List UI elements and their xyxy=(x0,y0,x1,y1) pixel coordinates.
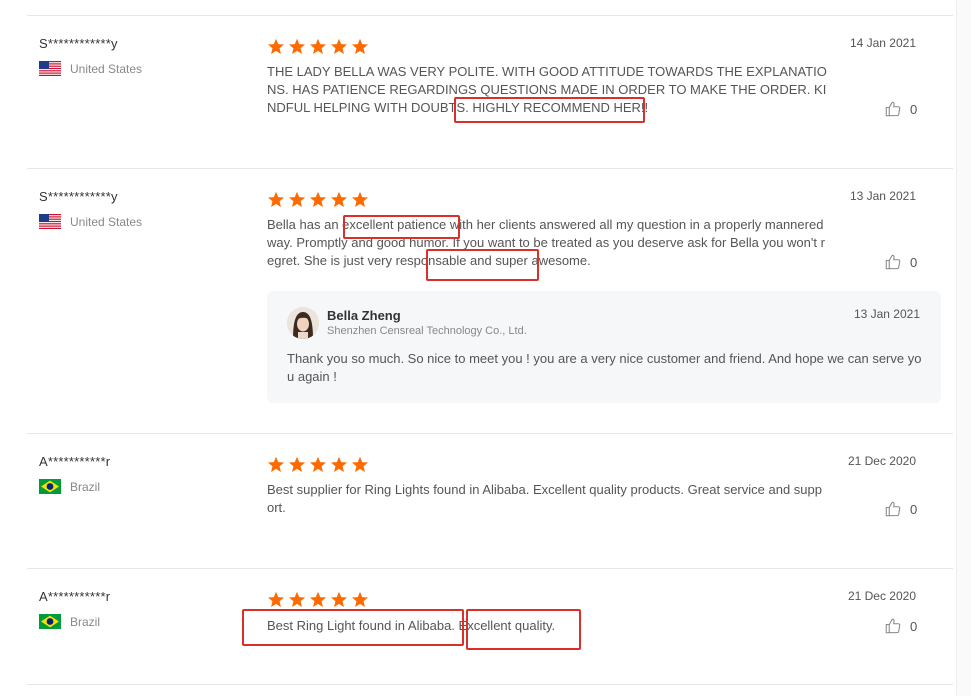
avatar xyxy=(287,307,319,339)
star-icon xyxy=(351,191,369,208)
thumbs-up-icon xyxy=(885,501,901,517)
like-button[interactable]: 0 xyxy=(884,100,917,118)
star-icon xyxy=(351,591,369,608)
highlight-box xyxy=(343,215,460,239)
divider xyxy=(27,568,953,569)
reviewer-country: Brazil xyxy=(39,479,100,494)
thumbs-up-icon xyxy=(885,254,901,270)
review-date: 21 Dec 2020 xyxy=(847,589,916,603)
star-icon xyxy=(330,591,348,608)
reviewer-name: A***********r xyxy=(39,589,111,604)
like-count: 0 xyxy=(910,618,918,634)
country-label: Brazil xyxy=(70,479,101,494)
divider xyxy=(27,15,953,16)
reviewer-country: Brazil xyxy=(39,614,100,629)
star-icon xyxy=(330,456,348,473)
us-flag-icon xyxy=(39,61,61,76)
reviewer-name: A***********r xyxy=(39,454,111,469)
like-button[interactable]: 0 xyxy=(884,253,917,271)
reviewer-name: S************y xyxy=(39,189,118,204)
reply-author-name: Bella Zheng xyxy=(327,308,401,323)
star-icon xyxy=(309,456,327,473)
avatar-image xyxy=(287,307,319,339)
star-icon xyxy=(267,38,285,55)
star-icon xyxy=(309,38,327,55)
like-count: 0 xyxy=(910,254,918,270)
star-icon xyxy=(288,456,306,473)
thumbs-up-icon xyxy=(885,101,901,117)
like-count: 0 xyxy=(910,501,918,517)
star-icon xyxy=(288,191,306,208)
star-rating xyxy=(267,191,369,208)
review-text: Best supplier for Ring Lights found in A… xyxy=(267,482,822,515)
brazil-flag-icon xyxy=(39,614,61,629)
supplier-reply: Bella Zheng Shenzhen Censreal Technology… xyxy=(267,291,941,403)
star-icon xyxy=(351,456,369,473)
brazil-flag-icon xyxy=(39,479,61,494)
review-date: 14 Jan 2021 xyxy=(849,36,916,50)
review-date: 21 Dec 2020 xyxy=(847,454,916,468)
divider xyxy=(27,684,953,685)
thumbs-up-icon xyxy=(885,618,901,634)
highlight-box xyxy=(466,609,581,650)
star-icon xyxy=(330,191,348,208)
highlight-box xyxy=(454,97,645,123)
like-button[interactable]: 0 xyxy=(884,500,917,518)
star-icon xyxy=(267,591,285,608)
star-icon xyxy=(309,191,327,208)
star-icon xyxy=(288,38,306,55)
reviewer-name: S************y xyxy=(39,36,118,51)
star-icon xyxy=(267,456,285,473)
star-rating xyxy=(267,591,369,608)
reply-text: Thank you so much. So nice to meet you !… xyxy=(287,351,922,384)
star-icon xyxy=(351,38,369,55)
star-icon xyxy=(309,591,327,608)
page-scrollbar[interactable] xyxy=(956,0,971,696)
country-label: United States xyxy=(70,214,143,229)
highlight-box xyxy=(242,609,464,646)
like-button[interactable]: 0 xyxy=(884,617,917,635)
review-date: 13 Jan 2021 xyxy=(849,189,916,203)
star-rating xyxy=(267,38,369,55)
us-flag-icon xyxy=(39,214,61,229)
star-rating xyxy=(267,456,369,473)
star-icon xyxy=(330,38,348,55)
star-icon xyxy=(288,591,306,608)
divider xyxy=(27,433,953,434)
country-label: United States xyxy=(70,61,143,76)
reviewer-country: United States xyxy=(39,61,142,76)
reply-company: Shenzhen Censreal Technology Co., Ltd. xyxy=(327,325,527,337)
star-icon xyxy=(267,191,285,208)
divider xyxy=(27,168,953,169)
country-label: Brazil xyxy=(70,614,101,629)
reviewer-country: United States xyxy=(39,214,142,229)
highlight-box xyxy=(426,249,539,281)
reply-date: 13 Jan 2021 xyxy=(853,307,920,321)
like-count: 0 xyxy=(910,101,918,117)
